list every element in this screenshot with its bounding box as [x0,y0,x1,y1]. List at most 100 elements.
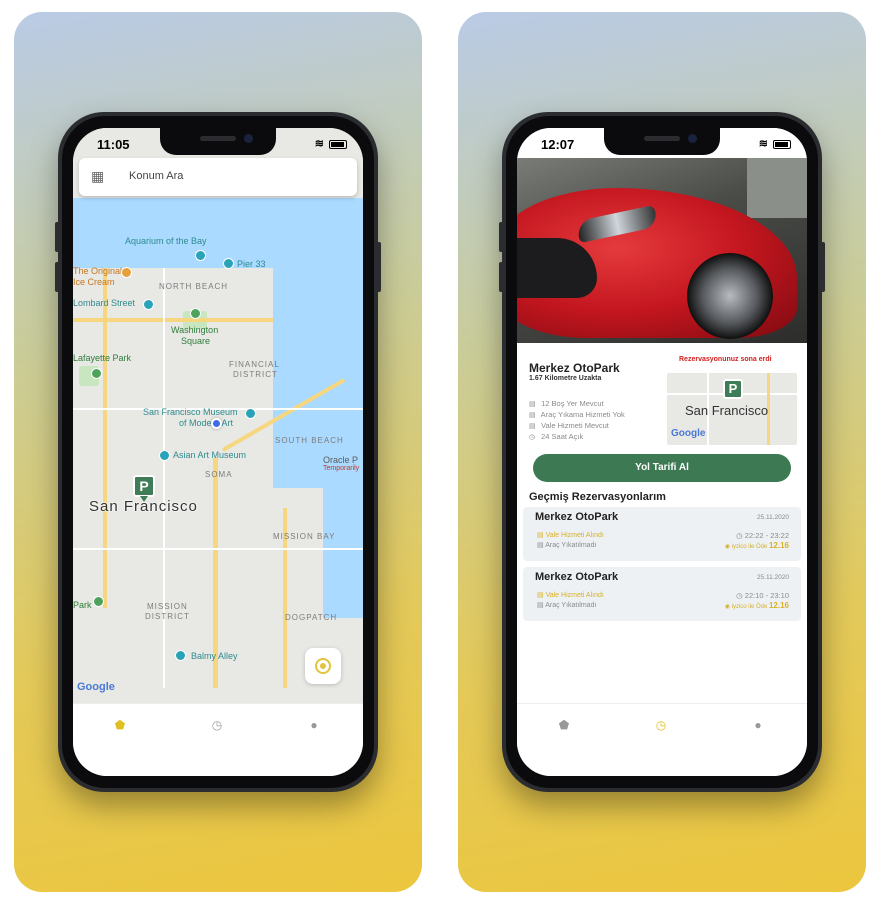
map-label-soma: SOMA [205,470,233,479]
tab-profile[interactable]: ● [305,718,323,736]
volume-up-button [499,222,503,252]
road [73,318,273,322]
location-minimap[interactable]: P San Francisco Google [667,373,797,445]
poi-marker [245,408,256,419]
history-card[interactable]: Merkez OtoPark 25.11.2020 ▤ Vale Hizmeti… [523,507,801,561]
history-parking-name: Merkez OtoPark [535,571,619,583]
left-phone-frame: 11:05 ≋ Aquarium of the Bay Pier 33 The … [55,112,381,792]
tab-map[interactable]: ⬟ [111,718,129,736]
map-label-park: Park [73,600,92,610]
volume-down-button [55,262,59,292]
map-label-missionbay: MISSION BAY [273,532,336,541]
notch [604,128,720,155]
bottom-tab-bar: ⬟ ◷ ● [73,703,363,776]
location-search-bar[interactable]: ▦ Konum Ara [79,158,357,196]
map-label-pier33: Pier 33 [237,259,266,269]
battery-icon [329,139,347,149]
google-logo: Google [77,681,115,693]
map-label-missiondistrict: DISTRICT [145,612,190,621]
power-button [377,242,381,292]
feature-hours: ◷ 24 Saat Açık [529,432,584,441]
feature-carwash: ▤ Araç Yıkama Hizmeti Yok [529,410,625,419]
locate-me-button[interactable] [305,648,341,684]
poi-marker [223,258,234,269]
poi-marker [175,650,186,661]
parking-pin: P [723,379,743,399]
map-label-washington: Washington [171,325,219,335]
current-location-dot [211,418,222,429]
map-label-mission: MISSION [147,602,188,611]
map-label-southbeach: SOUTH BEACH [275,436,344,445]
map-label-lafayette: Lafayette Park [73,353,132,363]
history-time: ◷ 22:10 - 23:10 [736,591,789,600]
volume-up-button [55,222,59,252]
map-label-balmy: Balmy Alley [191,651,238,661]
poi-marker [91,368,102,379]
parking-name: Merkez OtoPark [529,361,620,375]
history-payment: ◉ iyzico ile Öde 12.16 [724,601,789,610]
left-promo-card: 11:05 ≋ Aquarium of the Bay Pier 33 The … [14,12,422,892]
history-card[interactable]: Merkez OtoPark 25.11.2020 ▤ Vale Hizmeti… [523,567,801,621]
history-time: ◷ 22:22 - 23:22 [736,531,789,540]
parking-pin[interactable]: P [133,475,155,502]
history-title: Geçmiş Rezervasyonlarım [529,491,666,503]
user-icon: ● [754,718,762,732]
history-amount: 12.16 [768,541,789,550]
get-directions-button[interactable]: Yol Tarifi Al [533,454,791,482]
feature-valet: ▤ Vale Hizmeti Mevcut [529,421,609,430]
clock-icon: ◷ [211,718,223,732]
car-key-icon: ▤ [537,592,544,599]
tab-history[interactable]: ◷ [208,718,226,736]
map-label-original: The Original [73,266,123,276]
map-label-northbeach: NORTH BEACH [159,282,229,291]
tab-history[interactable]: ◷ [652,718,670,736]
clock-icon: ◷ [655,718,667,732]
map-label-oracle: Oracle P [323,455,359,465]
map-label-aquarium: Aquarium of the Bay [125,236,207,246]
volume-down-button [499,262,503,292]
battery-icon [773,139,791,149]
car-key-icon: ▤ [537,532,544,539]
parking-distance: 1.67 Kilometre Uzakta [529,375,602,382]
wifi-icon: ≋ [314,138,325,150]
history-amount: 12.16 [768,601,789,610]
car-key-icon: ▤ [529,423,536,430]
history-date: 25.11.2020 [756,514,789,521]
map-label-sfmuseum: San Francisco Museum [143,407,238,417]
wifi-icon: ≋ [758,138,769,150]
google-logo: Google [671,428,706,439]
notch [160,128,276,155]
right-phone-frame: 12:07 ≋ Rezervasyonunuz sona erdi Merkez… [499,112,825,792]
map-view[interactable]: Aquarium of the Bay Pier 33 The Original… [73,128,363,703]
map-label-temporarily: Temporarily [323,465,360,472]
history-valet: ▤ Vale Hizmeti Alındı [537,532,604,539]
right-promo-card: 12:07 ≋ Rezervasyonunuz sona erdi Merkez… [458,12,866,892]
map-search-icon: ▦ [91,168,105,184]
map-label-financial: FINANCIAL [229,360,280,369]
parking-spot-icon: ▤ [529,401,536,408]
left-screen: 11:05 ≋ Aquarium of the Bay Pier 33 The … [73,128,363,776]
tab-map[interactable]: ⬟ [555,718,573,736]
payment-icon: ◉ [724,544,730,550]
history-date: 25.11.2020 [756,574,789,581]
parking-photo [517,158,807,343]
map-label-square: Square [181,336,211,346]
bay-water-east [273,258,363,488]
history-wash: ▤ Araç Yıkatılmadı [537,542,597,549]
map-label-asianart: Asian Art Museum [173,450,247,460]
poi-marker [195,250,206,261]
parking-detail-panel: Rezervasyonunuz sona erdi Merkez OtoPark… [517,343,807,703]
poi-marker [143,299,154,310]
status-time: 11:05 [97,137,130,152]
map-label-icecream: Ice Cream [73,277,115,287]
history-valet: ▤ Vale Hizmeti Alındı [537,592,604,599]
carwash-icon: ▤ [537,602,544,609]
map-label-modernart: of Modern Art [179,418,234,428]
carwash-icon: ▤ [537,542,544,549]
location-pin-icon: ⬟ [558,718,570,732]
tab-profile[interactable]: ● [749,718,767,736]
poi-marker [190,308,201,319]
bottom-tab-bar: ⬟ ◷ ● [517,703,807,776]
history-wash: ▤ Araç Yıkatılmadı [537,602,597,609]
search-placeholder: Konum Ara [129,170,184,182]
